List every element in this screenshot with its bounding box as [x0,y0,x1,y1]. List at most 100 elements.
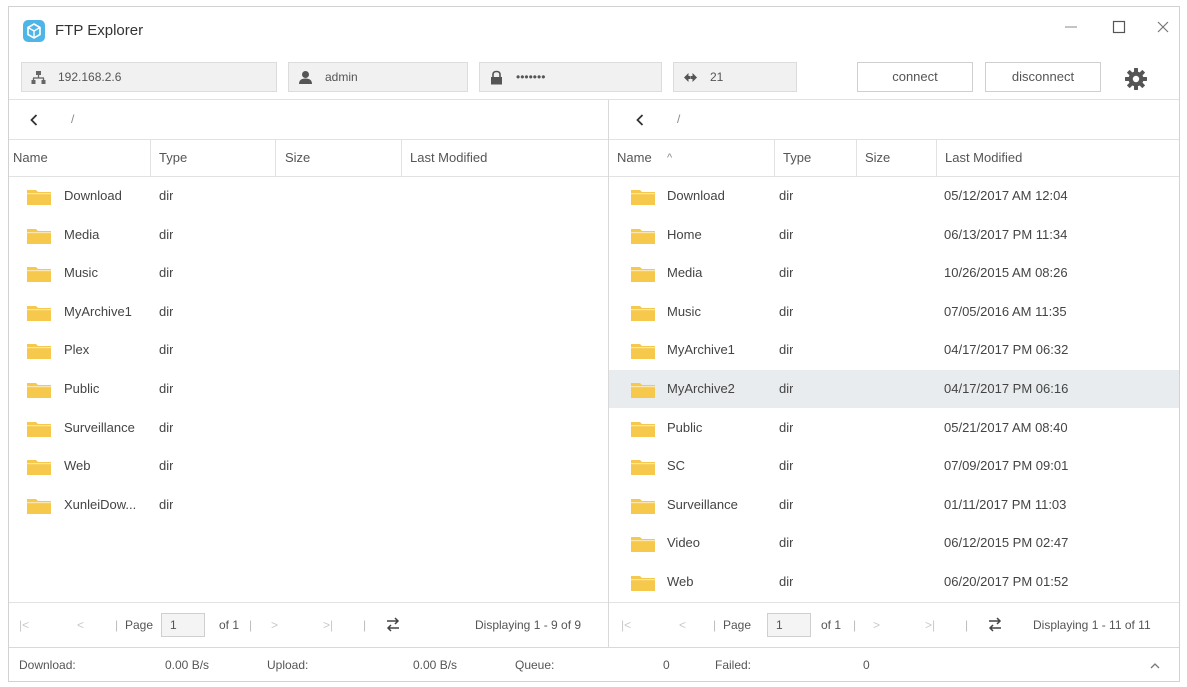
row-type: dir [779,419,794,435]
back-icon[interactable] [27,112,41,128]
table-row[interactable]: Video dir 06/12/2015 PM 02:47 [609,524,1179,562]
maximize-button[interactable] [1099,11,1139,43]
failed-value: 0 [863,658,870,672]
row-last-modified: 04/17/2017 PM 06:32 [944,342,1069,358]
disconnect-button[interactable]: disconnect [985,62,1101,92]
row-type: dir [779,381,794,396]
remote-file-list: Download dir 05/12/2017 AM 12:04 Home dir 06/… [609,177,1179,602]
table-row[interactable]: Web dir 06/20/2017 PM 01:52 [609,563,1179,601]
row-type: dir [779,342,794,358]
folder-icon [631,382,655,398]
table-row[interactable]: XunleiDow... dir [9,486,608,524]
connect-button[interactable]: connect [857,62,973,92]
table-row[interactable]: Surveillance dir [9,409,608,447]
lock-icon [491,70,502,85]
chevron-up-icon[interactable] [1149,660,1161,672]
column-name[interactable]: Name [13,140,48,177]
folder-icon [27,228,51,244]
table-row[interactable]: MyArchive1 dir [9,293,608,331]
page-input[interactable]: 1 [767,613,811,637]
page-input[interactable]: 1 [161,613,205,637]
app-icon [23,20,45,42]
column-last-modified[interactable]: Last Modified [410,140,487,177]
page-label: Page [125,618,154,632]
remote-pager: |< < | Page 1 of 1 | > >| | Displaying 1… [609,602,1179,647]
row-name: Web [667,574,694,589]
column-size[interactable]: Size [865,140,890,177]
table-row[interactable]: SC dir 07/09/2017 PM 09:01 [609,447,1179,485]
first-page-icon[interactable]: |< [621,615,631,635]
column-name[interactable]: Name [617,140,652,177]
column-last-modified[interactable]: Last Modified [945,140,1022,177]
last-page-icon[interactable]: >| [925,615,935,635]
row-type: dir [159,496,174,512]
row-name: XunleiDow... [64,496,137,512]
folder-icon [27,382,51,398]
row-type: dir [779,535,794,551]
table-row[interactable]: Music dir 07/05/2016 AM 11:35 [609,293,1179,331]
prev-page-icon[interactable]: < [77,615,84,635]
row-type: dir [779,226,794,242]
column-type[interactable]: Type [159,140,187,177]
minimize-button[interactable] [1051,11,1091,43]
row-type: dir [779,265,794,281]
table-row[interactable]: MyArchive2 dir 04/17/2017 PM 06:16 [609,370,1179,408]
local-pane: / Name Type Size Last Modified Download d… [9,100,609,647]
table-row[interactable]: Download dir [9,177,608,215]
row-last-modified: 07/09/2017 PM 09:01 [944,458,1069,474]
host-field[interactable]: 192.168.2.6 [21,62,277,92]
row-name: MyArchive1 [64,303,132,319]
local-path-bar: / [9,100,608,140]
column-size[interactable]: Size [285,140,310,177]
folder-icon [631,305,655,321]
table-row[interactable]: Web dir [9,447,608,485]
table-row[interactable]: Surveillance dir 01/11/2017 PM 11:03 [609,486,1179,524]
last-page-icon[interactable]: >| [323,615,333,635]
row-last-modified: 04/17/2017 PM 06:16 [944,381,1069,396]
next-page-icon[interactable]: > [873,615,880,635]
port-value: 21 [710,70,724,84]
row-type: dir [779,458,794,474]
folder-icon [631,421,655,437]
table-row[interactable]: Home dir 06/13/2017 PM 11:34 [609,216,1179,254]
column-type[interactable]: Type [783,140,811,177]
user-field[interactable]: admin [288,62,468,92]
row-type: dir [779,574,794,589]
folder-icon [27,421,51,437]
folder-icon [27,189,51,205]
gear-icon[interactable] [1123,66,1149,92]
refresh-icon[interactable] [987,616,1003,634]
table-row[interactable]: Public dir [9,370,608,408]
display-count: Displaying 1 - 11 of 11 [1033,618,1151,632]
row-last-modified: 10/26/2015 AM 08:26 [944,265,1068,281]
port-field[interactable]: 21 [673,62,797,92]
row-name: Media [64,226,100,242]
close-button[interactable] [1143,11,1179,43]
refresh-icon[interactable] [385,616,401,634]
prev-page-icon[interactable]: < [679,615,686,635]
table-row[interactable]: Media dir 10/26/2015 AM 08:26 [609,254,1179,292]
back-icon[interactable] [633,112,647,128]
row-name: Download [64,188,122,203]
table-row[interactable]: Music dir [9,254,608,292]
password-field[interactable]: ••••••• [479,62,662,92]
table-row[interactable]: Media dir [9,216,608,254]
remote-path: / [677,112,681,126]
row-type: dir [159,419,174,435]
remote-column-header: Name ^ Type Size Last Modified [609,140,1179,177]
row-name: Plex [64,342,90,358]
table-row[interactable]: Download dir 05/12/2017 AM 12:04 [609,177,1179,215]
folder-icon [631,266,655,283]
next-page-icon[interactable]: > [271,615,278,635]
table-row[interactable]: Public dir 05/21/2017 AM 08:40 [609,409,1179,447]
row-type: dir [159,226,174,242]
folder-icon [631,189,655,205]
download-label: Download: [19,658,76,672]
local-file-list: Download dir Media dir Music dir MyArchive1 dir… [9,177,608,602]
row-type: dir [159,381,174,396]
row-type: dir [159,265,174,281]
table-row[interactable]: Plex dir [9,331,608,369]
first-page-icon[interactable]: |< [19,615,29,635]
sort-indicator: ^ [667,152,673,164]
table-row[interactable]: MyArchive1 dir 04/17/2017 PM 06:32 [609,331,1179,369]
